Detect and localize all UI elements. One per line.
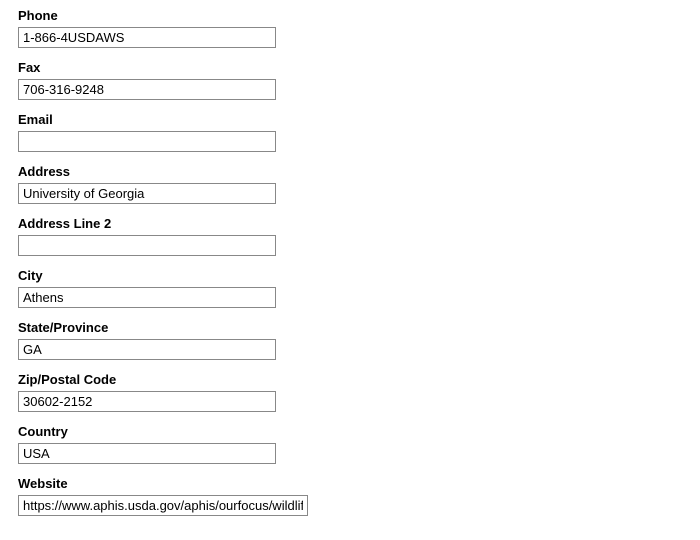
field-website: Website — [18, 476, 682, 516]
field-state: State/Province — [18, 320, 682, 360]
input-state[interactable] — [18, 339, 276, 360]
input-city[interactable] — [18, 287, 276, 308]
field-fax: Fax — [18, 60, 682, 100]
label-phone: Phone — [18, 8, 682, 23]
field-city: City — [18, 268, 682, 308]
input-address2[interactable] — [18, 235, 276, 256]
input-country[interactable] — [18, 443, 276, 464]
input-website[interactable] — [18, 495, 308, 516]
field-address: Address — [18, 164, 682, 204]
field-email: Email — [18, 112, 682, 152]
input-phone[interactable] — [18, 27, 276, 48]
field-phone: Phone — [18, 8, 682, 48]
input-address[interactable] — [18, 183, 276, 204]
input-fax[interactable] — [18, 79, 276, 100]
field-country: Country — [18, 424, 682, 464]
label-website: Website — [18, 476, 682, 491]
label-city: City — [18, 268, 682, 283]
label-zip: Zip/Postal Code — [18, 372, 682, 387]
input-zip[interactable] — [18, 391, 276, 412]
input-email[interactable] — [18, 131, 276, 152]
field-address2: Address Line 2 — [18, 216, 682, 256]
label-address2: Address Line 2 — [18, 216, 682, 231]
label-address: Address — [18, 164, 682, 179]
label-state: State/Province — [18, 320, 682, 335]
label-email: Email — [18, 112, 682, 127]
field-zip: Zip/Postal Code — [18, 372, 682, 412]
label-fax: Fax — [18, 60, 682, 75]
label-country: Country — [18, 424, 682, 439]
